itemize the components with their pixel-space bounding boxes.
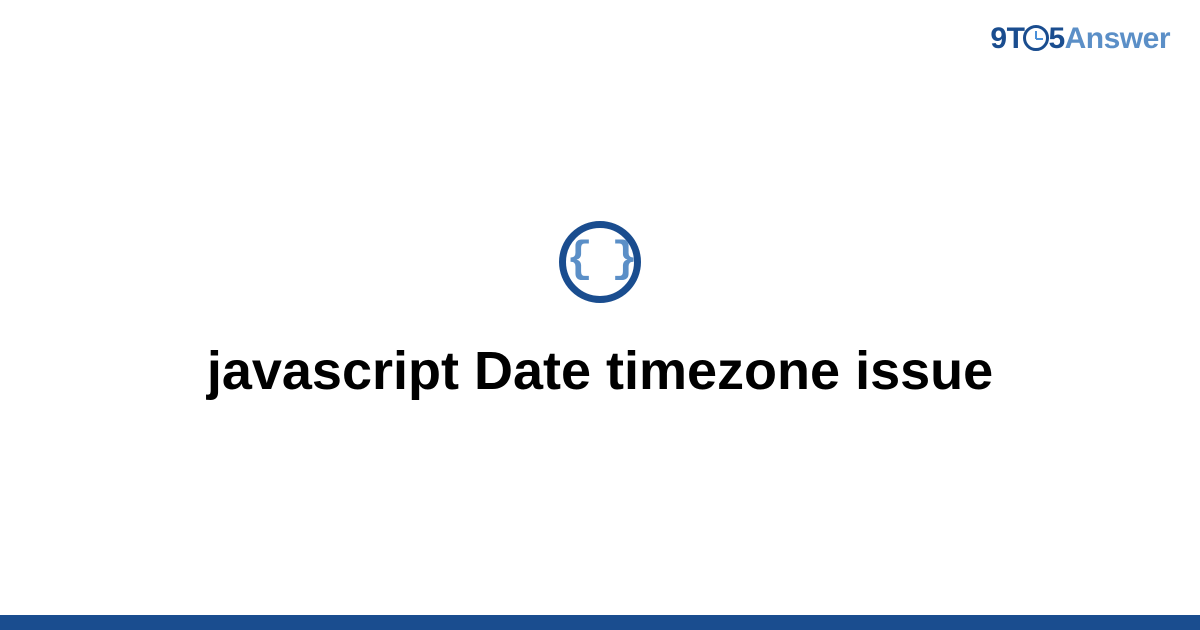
footer-accent-bar (0, 615, 1200, 630)
category-icon-circle: { } (559, 221, 641, 303)
page-title: javascript Date timezone issue (207, 339, 993, 404)
main-content: { } javascript Date timezone issue (0, 0, 1200, 615)
code-braces-icon: { } (566, 238, 633, 282)
